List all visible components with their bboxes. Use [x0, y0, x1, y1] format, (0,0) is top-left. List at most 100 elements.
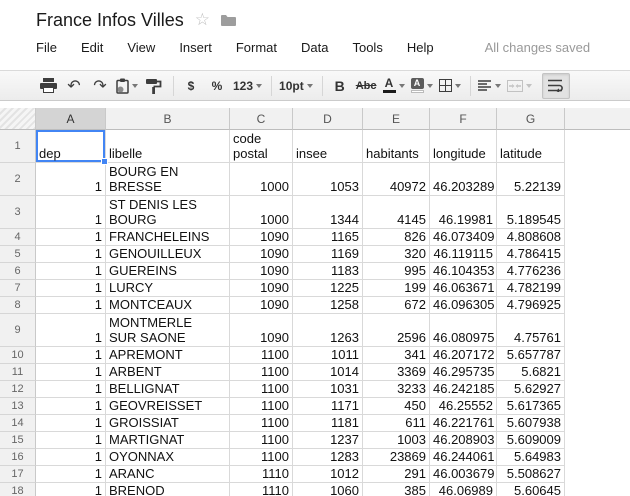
cell-E12[interactable]: 3233: [363, 381, 430, 398]
cell-F14[interactable]: 46.221761: [430, 415, 497, 432]
cell-E7[interactable]: 199: [363, 280, 430, 297]
undo-button[interactable]: ↶: [64, 74, 84, 98]
cell-A8[interactable]: 1: [36, 297, 106, 314]
cell-G14[interactable]: 5.607938: [497, 415, 565, 432]
merge-cells-button[interactable]: [507, 74, 532, 98]
text-color-button[interactable]: A: [383, 74, 405, 98]
cell-D17[interactable]: 1012: [293, 466, 363, 483]
cell-G2[interactable]: 5.22139: [497, 163, 565, 196]
cell-G15[interactable]: 5.609009: [497, 432, 565, 449]
cell-A12[interactable]: 1: [36, 381, 106, 398]
cell-D16[interactable]: 1283: [293, 449, 363, 466]
cell-G8[interactable]: 4.796925: [497, 297, 565, 314]
cell-B11[interactable]: ARBENT: [106, 364, 230, 381]
cell-B8[interactable]: MONTCEAUX: [106, 297, 230, 314]
row-header-15[interactable]: 15: [0, 432, 36, 449]
cell-F2[interactable]: 46.203289: [430, 163, 497, 196]
cell-F16[interactable]: 46.244061: [430, 449, 497, 466]
cell-E3[interactable]: 4145: [363, 196, 430, 229]
text-color-caret[interactable]: [399, 84, 405, 88]
row-header-18[interactable]: 18: [0, 483, 36, 496]
menu-item-file[interactable]: File: [36, 40, 57, 55]
cell-C16[interactable]: 1100: [230, 449, 293, 466]
cell-E15[interactable]: 1003: [363, 432, 430, 449]
cell-E10[interactable]: 341: [363, 347, 430, 364]
paste-dropdown-caret[interactable]: [132, 84, 138, 88]
cell-E13[interactable]: 450: [363, 398, 430, 415]
row-header-4[interactable]: 4: [0, 229, 36, 246]
cell-B4[interactable]: FRANCHELEINS: [106, 229, 230, 246]
cell-B17[interactable]: ARANC: [106, 466, 230, 483]
cell-E17[interactable]: 291: [363, 466, 430, 483]
cell-C6[interactable]: 1090: [230, 263, 293, 280]
cell-A4[interactable]: 1: [36, 229, 106, 246]
cell-E5[interactable]: 320: [363, 246, 430, 263]
paint-format-button[interactable]: [144, 74, 164, 98]
cell-D10[interactable]: 1011: [293, 347, 363, 364]
cell-C10[interactable]: 1100: [230, 347, 293, 364]
cell-E9[interactable]: 2596: [363, 314, 430, 347]
cell-G16[interactable]: 5.64983: [497, 449, 565, 466]
cell-B1[interactable]: libelle: [106, 130, 230, 163]
menu-item-data[interactable]: Data: [301, 40, 328, 55]
folder-icon[interactable]: [221, 14, 236, 26]
cell-G4[interactable]: 4.808608: [497, 229, 565, 246]
cell-B5[interactable]: GENOUILLEUX: [106, 246, 230, 263]
cell-G7[interactable]: 4.782199: [497, 280, 565, 297]
cell-C4[interactable]: 1090: [230, 229, 293, 246]
cell-F9[interactable]: 46.080975: [430, 314, 497, 347]
cell-F7[interactable]: 46.063671: [430, 280, 497, 297]
cell-F1[interactable]: longitude: [430, 130, 497, 163]
cell-D2[interactable]: 1053: [293, 163, 363, 196]
column-header-E[interactable]: E: [363, 108, 430, 130]
row-header-5[interactable]: 5: [0, 246, 36, 263]
menu-item-insert[interactable]: Insert: [179, 40, 212, 55]
cell-D8[interactable]: 1258: [293, 297, 363, 314]
row-header-3[interactable]: 3: [0, 196, 36, 229]
cell-E2[interactable]: 40972: [363, 163, 430, 196]
strikethrough-button[interactable]: Abc: [356, 74, 377, 98]
cell-F10[interactable]: 46.207172: [430, 347, 497, 364]
cell-D15[interactable]: 1237: [293, 432, 363, 449]
cell-F3[interactable]: 46.19981: [430, 196, 497, 229]
cell-E18[interactable]: 385: [363, 483, 430, 496]
cell-F12[interactable]: 46.242185: [430, 381, 497, 398]
cell-G10[interactable]: 5.657787: [497, 347, 565, 364]
cell-C17[interactable]: 1110: [230, 466, 293, 483]
cell-E1[interactable]: habitants: [363, 130, 430, 163]
cell-D9[interactable]: 1263: [293, 314, 363, 347]
borders-caret[interactable]: [455, 84, 461, 88]
cell-D12[interactable]: 1031: [293, 381, 363, 398]
cell-D1[interactable]: insee: [293, 130, 363, 163]
cell-F4[interactable]: 46.073409: [430, 229, 497, 246]
star-icon[interactable]: ☆: [195, 11, 210, 29]
cell-E16[interactable]: 23869: [363, 449, 430, 466]
row-header-12[interactable]: 12: [0, 381, 36, 398]
cell-A2[interactable]: 1: [36, 163, 106, 196]
cell-D11[interactable]: 1014: [293, 364, 363, 381]
cell-E6[interactable]: 995: [363, 263, 430, 280]
cell-C2[interactable]: 1000: [230, 163, 293, 196]
row-header-11[interactable]: 11: [0, 364, 36, 381]
cell-C14[interactable]: 1100: [230, 415, 293, 432]
cell-A1[interactable]: dep: [36, 130, 106, 163]
cell-D3[interactable]: 1344: [293, 196, 363, 229]
cell-B10[interactable]: APREMONT: [106, 347, 230, 364]
cell-C9[interactable]: 1090: [230, 314, 293, 347]
cell-A7[interactable]: 1: [36, 280, 106, 297]
cell-B6[interactable]: GUEREINS: [106, 263, 230, 280]
cell-C7[interactable]: 1090: [230, 280, 293, 297]
print-button[interactable]: [38, 74, 58, 98]
cell-A3[interactable]: 1: [36, 196, 106, 229]
menu-item-format[interactable]: Format: [236, 40, 277, 55]
cell-G6[interactable]: 4.776236: [497, 263, 565, 280]
cell-G11[interactable]: 5.6821: [497, 364, 565, 381]
menu-item-tools[interactable]: Tools: [352, 40, 382, 55]
menu-item-help[interactable]: Help: [407, 40, 434, 55]
cell-G18[interactable]: 5.60645: [497, 483, 565, 496]
cell-B18[interactable]: BRENOD: [106, 483, 230, 496]
redo-button[interactable]: ↷: [90, 74, 110, 98]
cell-B16[interactable]: OYONNAX: [106, 449, 230, 466]
number-format-button[interactable]: 123: [233, 74, 262, 98]
cell-A18[interactable]: 1: [36, 483, 106, 496]
